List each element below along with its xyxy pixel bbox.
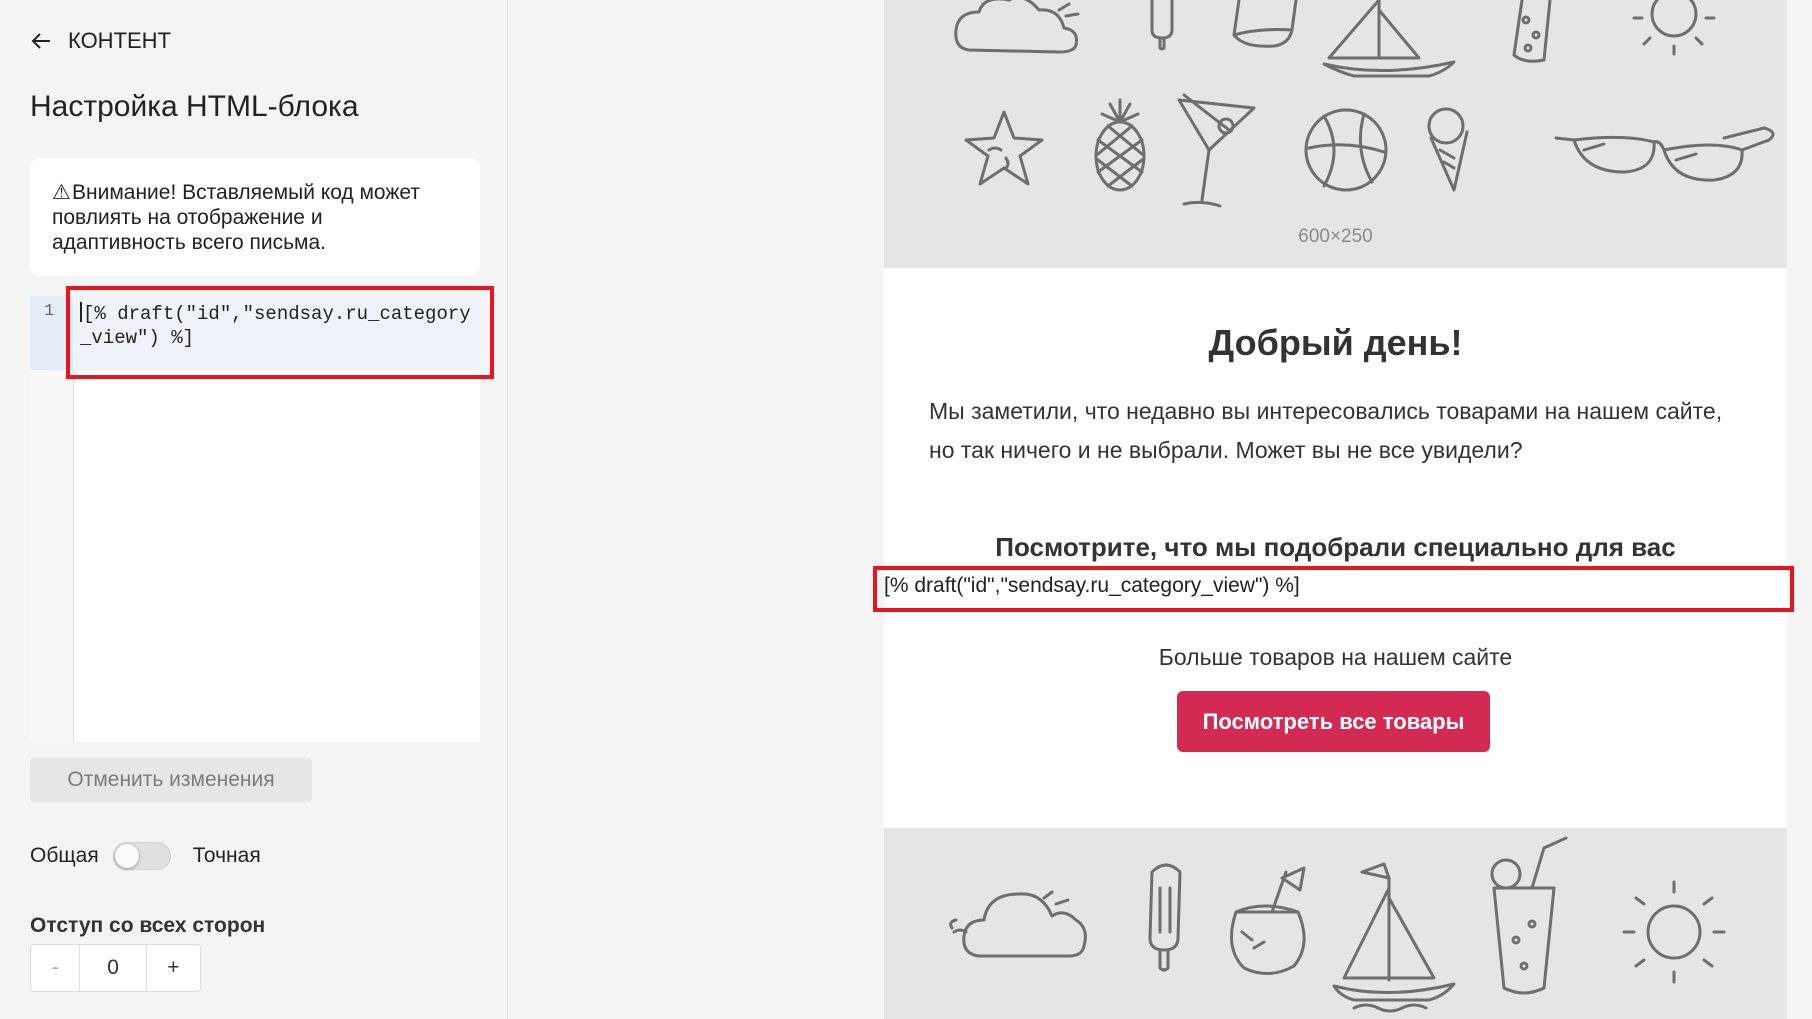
banner-image-top: 600×250 [884, 0, 1787, 268]
view-all-products-button[interactable]: Посмотреть все товары [1177, 691, 1490, 752]
padding-value-input[interactable]: 0 [80, 945, 147, 991]
settings-panel: КОНТЕНТ Настройка HTML-блока ⚠Внимание! … [0, 0, 508, 1019]
banner-size-label: 600×250 [1298, 226, 1373, 247]
reset-changes-button[interactable]: Отменить изменения [30, 758, 312, 802]
email-preview-area: 600×250 Добрый день! Мы заметили, что не… [509, 0, 1812, 1019]
code-line[interactable]: [% draft("id","sendsay.ru_category_view"… [80, 302, 475, 350]
padding-stepper: - 0 + [30, 944, 201, 992]
email-intro-text: Мы заметили, что недавно вы интересовали… [929, 398, 1723, 463]
padding-label: Отступ со всех сторон [30, 914, 266, 937]
banner-image-bottom [884, 828, 1787, 1019]
back-link-label: КОНТЕНТ [68, 28, 172, 53]
toggle-left-label: Общая [30, 844, 99, 867]
warning-box: ⚠Внимание! Вставляемый код может повлият… [30, 158, 480, 276]
email-subheading: Посмотрите, что мы подобрали специально … [995, 532, 1676, 562]
panel-title: Настройка HTML-блока [30, 90, 359, 123]
toggle-right-label: Точная [192, 844, 261, 867]
mode-toggle-row: Общая Точная [30, 838, 261, 874]
back-link[interactable]: КОНТЕНТ [30, 28, 171, 54]
toggle-knob [114, 844, 139, 868]
more-products-text: Больше товаров на нашем сайте [1158, 644, 1513, 670]
line-number: 1 [44, 302, 55, 321]
email-greeting: Добрый день! [1208, 322, 1463, 363]
code-editor[interactable]: 1 [% draft("id","sendsay.ru_category_vie… [30, 296, 480, 742]
arrow-left-icon [31, 33, 50, 49]
increment-button[interactable]: + [147, 945, 200, 991]
decrement-button[interactable]: - [31, 945, 81, 991]
email-body: 600×250 Добрый день! Мы заметили, что не… [884, 0, 1787, 1019]
summer-doodles-illustration-bottom [949, 836, 1726, 1013]
rendered-code-output: [% draft("id","sendsay.ru_category_view"… [884, 574, 1300, 597]
warning-icon: ⚠ [52, 181, 71, 204]
warning-text: Внимание! Вставляемый код может повлиять… [52, 181, 421, 254]
code-text: [% draft("id","sendsay.ru_category_view"… [80, 303, 471, 349]
mode-toggle-switch[interactable] [112, 842, 171, 870]
text-cursor [80, 302, 82, 322]
